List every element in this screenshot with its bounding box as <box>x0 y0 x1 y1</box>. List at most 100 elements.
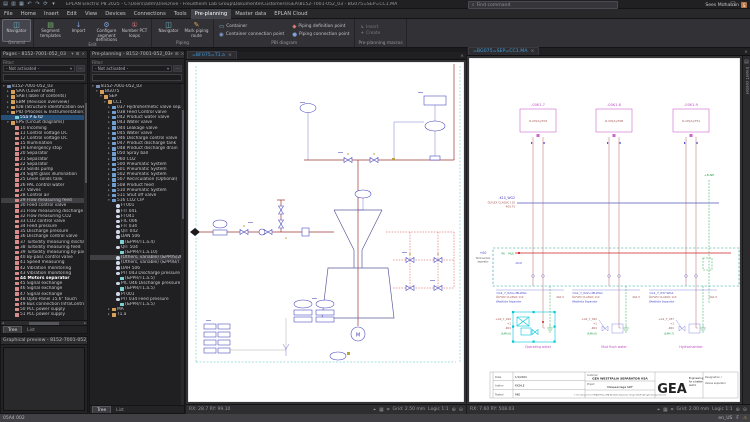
editor-close-icon[interactable]: × <box>744 50 750 55</box>
import-button[interactable]: ↓ Import <box>65 20 92 43</box>
ribbon-group-label: Pre-planning macros <box>358 41 403 46</box>
open-icon[interactable]: ▥ <box>10 0 17 9</box>
menu-tab[interactable]: Tools <box>170 9 191 19</box>
panel-pin-icon[interactable]: ⊞ <box>76 52 80 57</box>
snap-icon[interactable]: ⌖ <box>657 407 660 413</box>
tab-close-icon[interactable]: × <box>228 53 232 58</box>
redo-icon[interactable]: ↷ <box>34 0 41 9</box>
preview-panel-header[interactable]: Graphical preview - 8152-7001-052_03 ▾ ⊞… <box>1 337 87 345</box>
mark-piping-route-button[interactable]: ✎ Mark piping route <box>183 20 210 41</box>
pages-filter-more-button[interactable]: … <box>76 65 85 72</box>
menu-tab[interactable]: View <box>81 9 101 19</box>
menu-tab[interactable]: Home <box>17 9 40 19</box>
menu-tab[interactable]: Pre-planning <box>190 8 232 19</box>
pid-editor-tabbar: =BF075=T1.a × × <box>186 51 466 60</box>
tab-close-icon[interactable]: × <box>531 49 535 54</box>
save-icon[interactable]: ▦ <box>18 0 25 9</box>
zoom-out-icon[interactable]: ⊖ <box>459 407 463 413</box>
schematic-page-tab[interactable]: =BG075=SEP=CC1.MA × <box>468 47 540 55</box>
container-button[interactable]: ▭ Container <box>219 23 284 31</box>
panel-close-icon[interactable]: × <box>181 52 184 57</box>
preplanning-tab-tree[interactable]: Tree <box>92 406 112 413</box>
editor-close-icon[interactable]: × <box>460 54 466 59</box>
undo-icon[interactable]: ↶ <box>26 0 33 9</box>
menu-tab[interactable]: Devices <box>101 9 129 19</box>
pages-value-input[interactable] <box>3 74 85 81</box>
tree-item-icon <box>116 297 120 302</box>
segment-templates-button[interactable]: ▤ Segment templates <box>37 20 64 43</box>
preplanning-panel-header[interactable]: Pre-planning - 8152-7001-052_03 ▾ ⊞ × <box>90 51 184 59</box>
schematic-editor-tabbar: =BG075=SEP=CC1.MA × × <box>467 47 750 56</box>
menubar: File Home Insert Edit View Devices Connections… <box>0 8 750 19</box>
chevron-down-icon: ▾ <box>166 66 169 71</box>
language-indicator[interactable]: en_US <box>718 416 732 421</box>
tree-item-icon <box>15 256 19 260</box>
container-connection-point-button[interactable]: ◉ Container connection point <box>219 31 284 39</box>
zoom-out-icon[interactable]: ⊖ <box>743 407 747 413</box>
preplanning-tree-scrollbar[interactable] <box>181 84 184 405</box>
menu-tab[interactable]: EPLAN Cloud <box>270 9 311 19</box>
preplanning-filter: Filter: - Not activated - ▾ … <box>90 59 184 84</box>
zoom-in-icon[interactable]: ⊕ <box>452 407 456 413</box>
tree-item-icon <box>120 240 124 244</box>
schematic-canvas[interactable]: -00K1.7 O-CH(A)/703 -00K1.8 O-CH(A)/708 … <box>467 56 750 404</box>
svg-text:+G2_7_024: +G2_7_024 <box>495 317 511 321</box>
frame-icon[interactable]: ⌗ <box>387 407 390 413</box>
tree-item-icon <box>15 167 19 172</box>
tree-item-icon <box>120 276 124 281</box>
refresh-icon[interactable]: ⟳ <box>42 0 49 9</box>
tree-item-label: T1.a <box>117 312 127 318</box>
insert-center-tab[interactable]: ▤ Insert center <box>742 56 750 404</box>
motor-symbol[interactable]: M <box>350 326 366 342</box>
pid-page[interactable]: M <box>188 62 464 402</box>
pid-canvas[interactable]: M <box>186 60 466 404</box>
tree-item[interactable]: T1.a <box>90 312 184 317</box>
panel-pin-icon[interactable]: ⊞ <box>175 52 179 57</box>
menu-tab[interactable]: Insert <box>40 9 63 19</box>
piping-definition-point-button[interactable]: ◆ Piping definition point <box>292 23 349 31</box>
navigator-button[interactable]: ◫ Navigator <box>2 19 31 42</box>
piping-navigator-button[interactable]: ◫ Navigator <box>155 20 182 41</box>
svg-text:PE: PE <box>502 252 506 256</box>
ribbon-group-label: General <box>8 41 25 46</box>
menu-tab[interactable]: Master data <box>231 9 270 19</box>
flag-indicator[interactable]: F <box>736 416 739 421</box>
menu-tab[interactable]: File <box>0 9 17 19</box>
menu-tab[interactable]: Edit <box>63 9 81 19</box>
pages-filter-select[interactable]: - Not activated - ▾ <box>3 65 75 72</box>
piping-connection-point-button[interactable]: ● Piping connection point <box>292 31 349 39</box>
pages-tree-scrollbar[interactable] <box>84 84 87 320</box>
panel-close-icon[interactable]: × <box>81 52 85 57</box>
preplanning-filter-more-button[interactable]: … <box>173 65 182 72</box>
preplanning-filter-select[interactable]: - Not activated - ▾ <box>92 65 172 72</box>
qat-more-icon[interactable]: ▾ <box>50 0 57 9</box>
menu-tab[interactable]: Connections <box>130 9 170 19</box>
preplanning-value-input[interactable] <box>92 74 182 81</box>
svg-text:M: M <box>356 333 360 339</box>
panel-caret-icon[interactable]: ▾ <box>71 52 73 57</box>
zoom-in-icon[interactable]: ⊕ <box>736 407 740 413</box>
configure-segment-definitions-button[interactable]: ⚙ Configure segment definitions <box>93 20 120 43</box>
panel-caret-icon[interactable]: ▾ <box>171 52 173 57</box>
pages-panel-header[interactable]: Pages - 8152-7001-052_03 ▾ ⊞ × <box>1 51 87 59</box>
preplanning-tab-list[interactable]: List <box>112 407 128 413</box>
warning-icon[interactable]: ⚠ <box>743 416 747 421</box>
grid-icon[interactable]: ▦ <box>379 407 384 413</box>
frame-icon[interactable]: ⌗ <box>671 407 674 413</box>
tree-item-icon <box>116 281 120 286</box>
tree-item[interactable]: 51 PLC power supply <box>1 312 87 317</box>
user-chip[interactable]: Sees Muhamin S <box>705 1 747 9</box>
create-macro-button[interactable]: + Create <box>360 31 400 36</box>
insert-macro-button[interactable]: ↳ Insert <box>360 25 400 30</box>
number-pct-loops-button[interactable]: ① Number PCT loops <box>121 20 148 43</box>
pid-page-tab[interactable]: =BF075=T1.a × <box>187 51 237 59</box>
new-icon[interactable]: ▤ <box>2 0 9 9</box>
tree-item-icon <box>112 173 116 177</box>
command-search-input[interactable]: ⌕ Find command <box>468 1 618 9</box>
schematic-page[interactable]: -00K1.7 O-CH(A)/703 -00K1.8 O-CH(A)/708 … <box>469 58 740 402</box>
pages-tab-list[interactable]: List <box>23 327 39 333</box>
pages-tab-tree[interactable]: Tree <box>3 326 23 333</box>
snap-icon[interactable]: ⌖ <box>373 407 376 413</box>
svg-text:Tested: Tested <box>495 392 504 396</box>
grid-icon[interactable]: ▦ <box>663 407 668 413</box>
